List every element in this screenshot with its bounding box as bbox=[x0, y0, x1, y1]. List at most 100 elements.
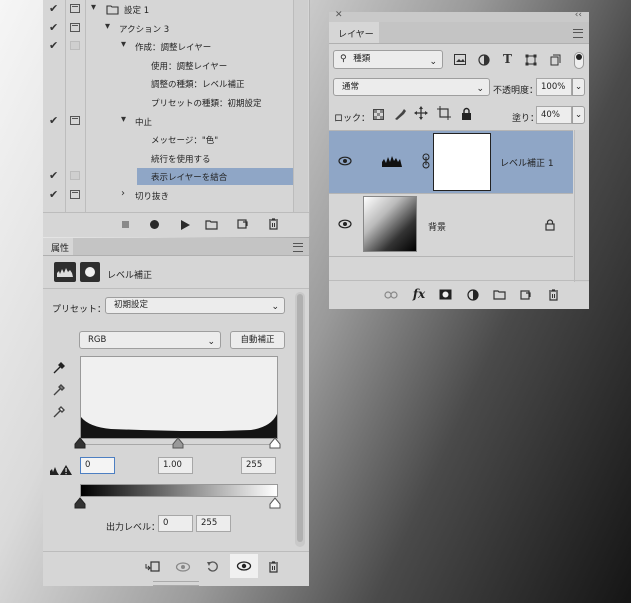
dialog-toggle-icon[interactable] bbox=[70, 115, 80, 125]
output-white-field[interactable]: 255 bbox=[196, 515, 231, 532]
new-set-folder-icon[interactable] bbox=[205, 218, 218, 230]
properties-tab[interactable]: 属性 bbox=[43, 238, 73, 255]
action-row[interactable]: 使用：調整レイヤー bbox=[43, 56, 293, 75]
layers-tab[interactable]: レイヤー bbox=[329, 22, 379, 43]
link-icon[interactable] bbox=[422, 153, 430, 169]
link-layers-icon[interactable] bbox=[384, 290, 398, 300]
add-mask-icon[interactable] bbox=[438, 288, 452, 300]
dialog-toggle-icon[interactable] bbox=[70, 171, 80, 181]
new-adjustment-layer-icon[interactable] bbox=[466, 288, 479, 301]
filter-smart-object-icon[interactable] bbox=[548, 53, 561, 66]
input-gamma-slider-handle[interactable] bbox=[172, 437, 184, 449]
close-icon[interactable]: ✕ bbox=[335, 10, 343, 20]
action-row[interactable]: 調整の種類：レベル補正 bbox=[43, 74, 293, 93]
layer-row-levels[interactable]: レベル補正 1 bbox=[329, 130, 573, 193]
action-row-label: 切り抜き bbox=[135, 192, 170, 202]
new-group-folder-icon[interactable] bbox=[492, 288, 506, 300]
view-previous-state-icon[interactable] bbox=[175, 560, 191, 573]
panel-menu-icon[interactable] bbox=[293, 243, 303, 252]
layers-scrollbar[interactable] bbox=[574, 130, 589, 282]
eye-icon[interactable] bbox=[338, 218, 352, 230]
chevron-down-icon[interactable]: ▾ bbox=[121, 39, 126, 50]
resize-grip[interactable] bbox=[153, 581, 199, 586]
filter-adjustment-icon[interactable] bbox=[477, 53, 490, 66]
input-white-slider-handle[interactable] bbox=[269, 437, 281, 449]
lock-image-pixels-icon[interactable] bbox=[393, 107, 406, 120]
delete-icon[interactable] bbox=[547, 288, 559, 301]
action-row[interactable]: ✔ › 切り抜き bbox=[43, 186, 293, 205]
input-white-field[interactable]: 255 bbox=[241, 457, 276, 474]
layer-row-background[interactable]: 背景 bbox=[329, 193, 573, 257]
channel-select[interactable]: RGB ⌄ bbox=[79, 331, 221, 349]
properties-scrollbar[interactable] bbox=[295, 292, 305, 547]
panel-menu-icon[interactable] bbox=[573, 29, 583, 38]
dialog-toggle-icon[interactable] bbox=[70, 4, 80, 13]
dialog-toggle-icon[interactable] bbox=[70, 22, 80, 32]
mask-thumbnail-icon[interactable] bbox=[80, 262, 100, 282]
input-black-slider-handle[interactable] bbox=[74, 437, 86, 449]
eye-icon[interactable] bbox=[338, 155, 352, 167]
action-row[interactable]: ✔ ▾ 作成：調整レイヤー bbox=[43, 37, 293, 56]
filter-pixel-icon[interactable] bbox=[453, 53, 466, 66]
output-black-slider-handle[interactable] bbox=[74, 497, 86, 509]
chevron-down-icon[interactable]: ▾ bbox=[121, 114, 126, 125]
toggle-checkmark-icon[interactable]: ✔ bbox=[49, 114, 61, 127]
new-action-icon[interactable] bbox=[237, 218, 249, 230]
input-black-field[interactable]: 0 bbox=[80, 457, 115, 474]
output-white-slider-handle[interactable] bbox=[269, 497, 281, 509]
record-icon[interactable] bbox=[149, 219, 160, 230]
chevron-down-icon[interactable]: ▾ bbox=[91, 2, 96, 13]
action-row[interactable]: ✔ ▾ 中止 bbox=[43, 112, 293, 131]
toggle-visibility-button[interactable] bbox=[230, 554, 258, 578]
layer-thumbnail[interactable] bbox=[363, 196, 417, 252]
layers-tab-bar: レイヤー bbox=[329, 22, 589, 44]
action-row[interactable]: 続行を使用する bbox=[43, 149, 293, 168]
toggle-checkmark-icon[interactable]: ✔ bbox=[49, 3, 61, 15]
histogram-warning-icon[interactable] bbox=[49, 463, 73, 477]
fill-dropdown-button[interactable]: ⌄ bbox=[572, 106, 585, 124]
black-point-eyedropper-icon[interactable] bbox=[51, 360, 67, 376]
filter-toggle-switch[interactable] bbox=[574, 52, 584, 69]
dialog-toggle-icon[interactable] bbox=[70, 190, 80, 199]
reset-icon[interactable] bbox=[205, 560, 219, 573]
fill-field[interactable]: 40% bbox=[536, 106, 572, 124]
lock-transparent-pixels-icon[interactable] bbox=[372, 108, 384, 120]
lock-artboard-icon[interactable] bbox=[437, 106, 451, 120]
lock-all-icon[interactable] bbox=[460, 106, 472, 120]
delete-icon[interactable] bbox=[267, 560, 279, 573]
lock-position-icon[interactable] bbox=[414, 106, 428, 120]
input-gamma-field[interactable]: 1.00 bbox=[158, 457, 193, 474]
filter-type-icon[interactable]: T bbox=[501, 52, 514, 66]
play-icon[interactable] bbox=[179, 219, 190, 230]
toggle-checkmark-icon[interactable]: ✔ bbox=[49, 40, 61, 52]
blend-mode-select[interactable]: 通常 ⌄ bbox=[333, 78, 490, 96]
action-row[interactable]: メッセージ："色" bbox=[43, 130, 293, 149]
layer-style-fx-icon[interactable]: fx bbox=[411, 286, 427, 302]
auto-button[interactable]: 自動補正 bbox=[230, 331, 285, 349]
white-point-eyedropper-icon[interactable] bbox=[51, 404, 67, 420]
opacity-field[interactable]: 100% bbox=[536, 78, 572, 96]
gray-point-eyedropper-icon[interactable] bbox=[51, 382, 67, 398]
clip-to-layer-icon[interactable] bbox=[145, 560, 161, 573]
action-row[interactable]: プリセットの種類：初期設定 bbox=[43, 93, 293, 112]
layer-mask-thumbnail[interactable] bbox=[433, 133, 491, 191]
action-row[interactable]: ✔ ▾ アクション 3 bbox=[43, 19, 293, 38]
filter-kind-select[interactable]: ⚲ 種類 ⌄ bbox=[333, 50, 443, 69]
actions-scrollbar[interactable] bbox=[293, 0, 308, 212]
filter-shape-icon[interactable] bbox=[524, 53, 537, 66]
toggle-checkmark-icon[interactable]: ✔ bbox=[49, 21, 61, 34]
toggle-checkmark-icon[interactable]: ✔ bbox=[49, 170, 61, 182]
opacity-dropdown-button[interactable]: ⌄ bbox=[572, 78, 585, 96]
preset-select[interactable]: 初期設定 ⌄ bbox=[105, 297, 285, 314]
delete-icon[interactable] bbox=[267, 218, 279, 230]
toggle-checkmark-icon[interactable]: ✔ bbox=[49, 189, 61, 201]
output-black-field[interactable]: 0 bbox=[158, 515, 193, 532]
chevron-right-icon[interactable]: › bbox=[121, 188, 125, 199]
stop-icon[interactable] bbox=[121, 220, 130, 229]
collapse-icon[interactable]: ‹‹ bbox=[575, 10, 582, 20]
action-row[interactable]: ✔ 表示レイヤーを結合 bbox=[43, 167, 293, 186]
new-layer-icon[interactable] bbox=[519, 288, 532, 301]
chevron-down-icon[interactable]: ▾ bbox=[105, 21, 110, 32]
action-row[interactable]: ✔ ▾ 設定 1 bbox=[43, 0, 293, 19]
dialog-toggle-icon[interactable] bbox=[70, 41, 80, 51]
